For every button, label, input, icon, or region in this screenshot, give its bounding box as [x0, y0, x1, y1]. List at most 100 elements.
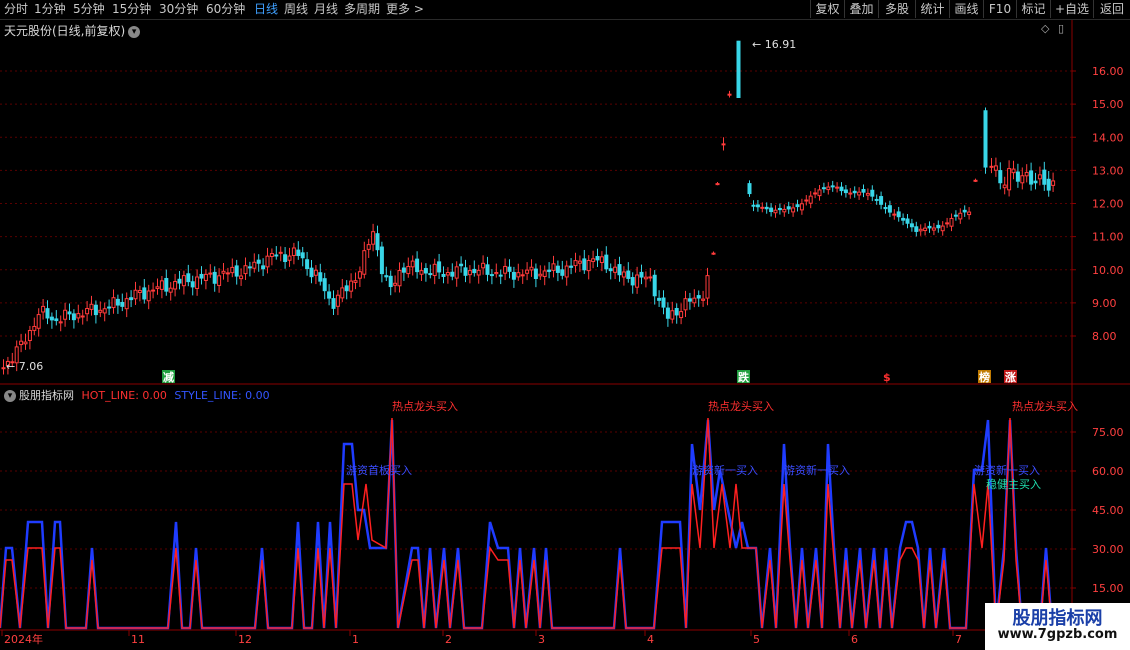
signal-label: 热点龙头买入	[708, 400, 774, 413]
hot-line-value: HOT_LINE: 0.00	[81, 389, 167, 402]
diamond-icon[interactable]: ◇	[1041, 22, 1049, 35]
candle-body	[993, 165, 998, 171]
candle-body	[769, 207, 774, 213]
candle-body	[892, 213, 897, 216]
candle-body	[357, 271, 362, 279]
candle-body	[538, 273, 543, 277]
candle-body	[901, 217, 906, 221]
candle-body	[973, 179, 978, 182]
candle-body	[1024, 171, 1029, 177]
candle-body	[234, 265, 239, 277]
candle-body	[168, 287, 173, 293]
panel-toggle-icon[interactable]: ▯	[1058, 22, 1064, 35]
candle-body	[27, 329, 32, 341]
candle-body	[1, 367, 6, 370]
high-price-label: ← 16.91	[752, 38, 796, 51]
candle-body	[777, 207, 782, 211]
candle-body	[555, 265, 560, 273]
candle-body	[261, 265, 266, 270]
candle-body	[291, 247, 296, 256]
candle-body	[428, 273, 433, 276]
candle-body	[423, 268, 428, 274]
price-tick-label: 16.00	[1092, 65, 1124, 78]
candle-body	[221, 270, 226, 274]
candle-body	[599, 256, 604, 264]
candle-body	[494, 271, 499, 275]
candle-body	[54, 318, 59, 322]
signal-label: 热点龙头买入	[1012, 400, 1078, 413]
candle-body	[300, 252, 305, 259]
candle-body	[503, 265, 508, 274]
candle-body	[80, 315, 85, 318]
candle-body	[747, 183, 752, 195]
candle-body	[940, 225, 945, 232]
time-tick-label: 6	[851, 633, 858, 646]
candle-body	[918, 228, 923, 232]
candle-body	[721, 143, 726, 146]
candle-body	[159, 280, 164, 290]
grid-lines	[0, 70, 1072, 589]
candle-body	[195, 276, 200, 289]
candle-body	[67, 311, 72, 315]
candle-body	[896, 211, 901, 218]
candle-body	[181, 275, 186, 287]
candle-body	[958, 212, 963, 220]
chevron-down-icon[interactable]: ▾	[128, 25, 141, 38]
candle-body	[887, 205, 892, 213]
candle-body	[142, 287, 147, 300]
time-tick-label: 1	[352, 633, 359, 646]
style-line-value: STYLE_LINE: 0.00	[174, 389, 270, 402]
candle-body	[604, 254, 609, 270]
candle-body	[661, 297, 666, 308]
candle-body	[230, 266, 235, 274]
candle-body	[1007, 168, 1012, 191]
candle-body	[371, 231, 376, 245]
stock-title[interactable]: 天元股份(日线,前复权) ▾	[4, 22, 141, 39]
candle-body	[936, 224, 941, 229]
candle-body	[1037, 174, 1042, 180]
candle-body	[679, 311, 684, 319]
candle-body	[45, 308, 50, 319]
chart-canvas[interactable]: 16.00 15.00 14.00 13.00 12.00 11.00 10.00 9.00 8…	[0, 0, 1130, 650]
candle-body	[989, 165, 994, 168]
candle-body	[129, 297, 134, 301]
candle-body	[419, 270, 424, 275]
axes: 16.00 15.00 14.00 13.00 12.00 11.00 10.00 9.00 8…	[0, 20, 1130, 646]
candle-body	[49, 316, 54, 321]
candle-body	[962, 209, 967, 213]
candle-body	[89, 303, 94, 310]
marker-label: 减	[163, 370, 174, 384]
chevron-down-icon[interactable]: ▾	[4, 390, 16, 402]
candle-body	[520, 274, 525, 277]
candle-body	[23, 341, 28, 345]
candle-body	[652, 274, 657, 297]
candle-body	[821, 187, 826, 190]
candle-body	[914, 226, 919, 232]
candle-body	[437, 261, 442, 273]
candle-body	[445, 272, 450, 276]
candle-body	[799, 203, 804, 211]
indicator-name: 股朋指标网	[19, 389, 74, 402]
candle-body	[813, 192, 818, 195]
candle-body	[472, 268, 477, 274]
stock-title-text: 天元股份(日线,前复权)	[4, 24, 126, 38]
candle-body	[511, 271, 516, 280]
candle-body	[102, 308, 107, 314]
candle-body	[751, 204, 756, 207]
candle-body	[199, 273, 204, 279]
candle-body	[1015, 171, 1020, 182]
candle-body	[953, 214, 958, 217]
candle-body	[874, 198, 879, 201]
candle-body	[481, 262, 486, 269]
candle-body	[120, 301, 125, 307]
candle-body	[1033, 180, 1038, 184]
candle-body	[626, 270, 631, 279]
candle-body	[582, 258, 587, 271]
candle-body	[643, 276, 648, 280]
candle-body	[485, 264, 490, 275]
candle-body	[296, 249, 301, 256]
price-tick-label: 15.00	[1092, 98, 1124, 111]
candle-body	[58, 321, 63, 324]
indicator-tick-label: 60.00	[1092, 465, 1124, 478]
price-tick-label: 10.00	[1092, 264, 1124, 277]
